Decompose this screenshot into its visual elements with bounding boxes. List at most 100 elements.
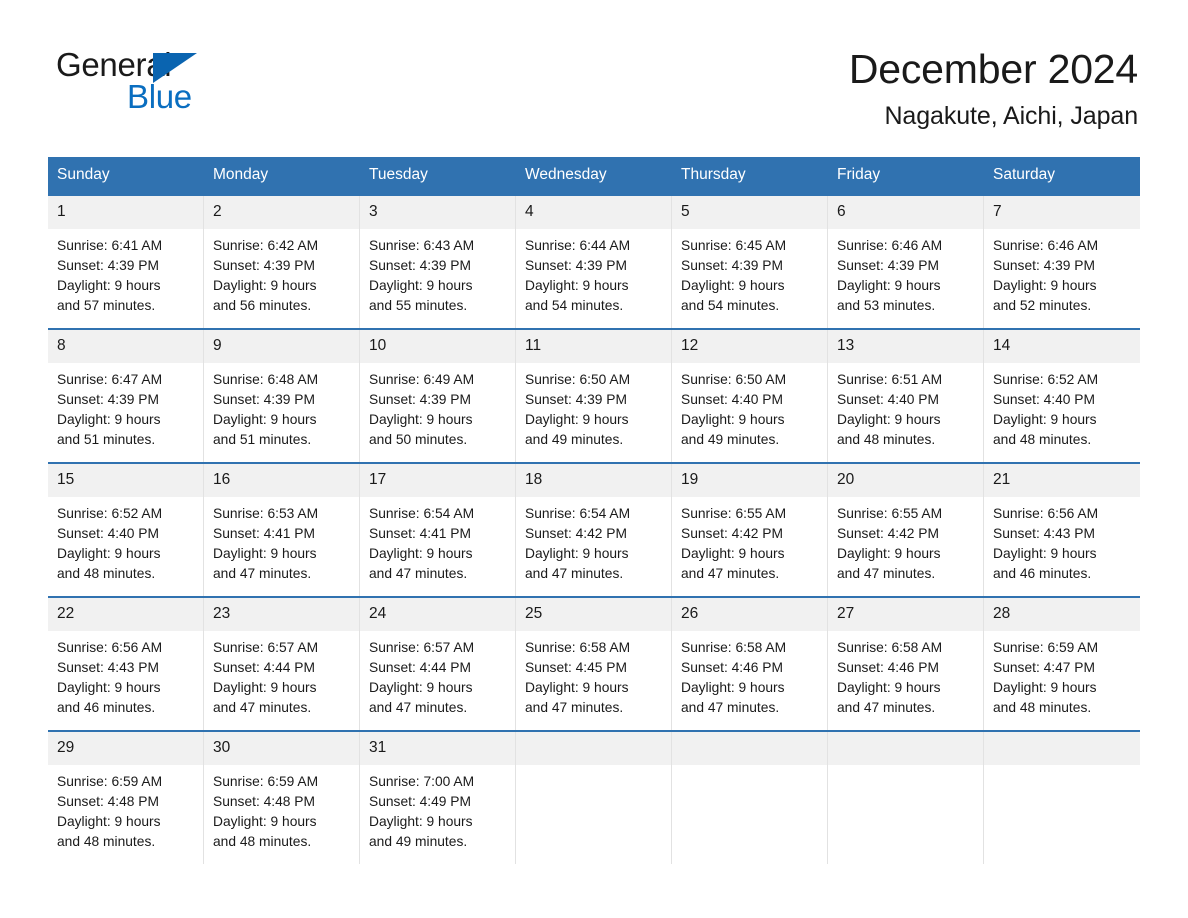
daylight-text-line2: and 54 minutes. (681, 298, 780, 313)
day-number[interactable]: 10 (360, 330, 516, 363)
day-detail-cell[interactable]: Sunrise: 6:42 AM Sunset: 4:39 PM Dayligh… (204, 229, 360, 328)
day-detail-cell[interactable]: Sunrise: 7:00 AM Sunset: 4:49 PM Dayligh… (360, 765, 516, 864)
calendar-week-row: 29 30 31 Sunrise: 6:59 AM Sunset: 4:48 P… (48, 730, 1140, 864)
day-detail-cell[interactable]: Sunrise: 6:50 AM Sunset: 4:40 PM Dayligh… (672, 363, 828, 462)
sunrise-text: Sunrise: 6:49 AM (369, 372, 475, 387)
sunset-text: Sunset: 4:39 PM (213, 392, 316, 407)
day-detail-cell[interactable]: Sunrise: 6:49 AM Sunset: 4:39 PM Dayligh… (360, 363, 516, 462)
day-detail-cell[interactable]: Sunrise: 6:44 AM Sunset: 4:39 PM Dayligh… (516, 229, 672, 328)
day-detail-cell[interactable]: Sunrise: 6:52 AM Sunset: 4:40 PM Dayligh… (48, 497, 204, 596)
sunset-text: Sunset: 4:44 PM (213, 660, 316, 675)
day-detail-cell[interactable]: Sunrise: 6:59 AM Sunset: 4:48 PM Dayligh… (204, 765, 360, 864)
day-number[interactable]: 22 (48, 598, 204, 631)
day-number[interactable]: 26 (672, 598, 828, 631)
day-number[interactable]: 19 (672, 464, 828, 497)
day-detail-cell[interactable]: Sunrise: 6:51 AM Sunset: 4:40 PM Dayligh… (828, 363, 984, 462)
day-number[interactable]: 12 (672, 330, 828, 363)
day-number[interactable]: 2 (204, 196, 360, 229)
weekday-header-monday: Monday (213, 166, 269, 183)
week-detail-row: Sunrise: 6:52 AM Sunset: 4:40 PM Dayligh… (48, 497, 1140, 596)
day-number[interactable]: 16 (204, 464, 360, 497)
day-number[interactable]: 20 (828, 464, 984, 497)
daylight-text-line1: Daylight: 9 hours (57, 680, 161, 695)
daylight-text-line1: Daylight: 9 hours (369, 680, 473, 695)
daylight-text-line2: and 48 minutes. (837, 432, 936, 447)
daylight-text-line1: Daylight: 9 hours (57, 412, 161, 427)
day-number[interactable]: 29 (48, 732, 204, 765)
sunrise-text: Sunrise: 6:45 AM (681, 238, 787, 253)
day-detail-cell[interactable]: Sunrise: 6:58 AM Sunset: 4:46 PM Dayligh… (828, 631, 984, 730)
general-blue-logo[interactable]: General Blue (48, 44, 248, 116)
daylight-text-line1: Daylight: 9 hours (57, 546, 161, 561)
day-detail-cell[interactable]: Sunrise: 6:45 AM Sunset: 4:39 PM Dayligh… (672, 229, 828, 328)
day-number[interactable]: 4 (516, 196, 672, 229)
day-number[interactable]: 7 (984, 196, 1140, 229)
day-detail-cell[interactable]: Sunrise: 6:47 AM Sunset: 4:39 PM Dayligh… (48, 363, 204, 462)
day-detail-cell[interactable]: Sunrise: 6:46 AM Sunset: 4:39 PM Dayligh… (828, 229, 984, 328)
sunset-text: Sunset: 4:39 PM (525, 392, 628, 407)
daylight-text-line2: and 57 minutes. (57, 298, 156, 313)
day-number[interactable]: 18 (516, 464, 672, 497)
day-detail-cell[interactable]: Sunrise: 6:56 AM Sunset: 4:43 PM Dayligh… (984, 497, 1140, 596)
day-number[interactable]: 21 (984, 464, 1140, 497)
day-detail-cell[interactable]: Sunrise: 6:58 AM Sunset: 4:45 PM Dayligh… (516, 631, 672, 730)
day-number[interactable]: 23 (204, 598, 360, 631)
day-detail-cell[interactable]: Sunrise: 6:43 AM Sunset: 4:39 PM Dayligh… (360, 229, 516, 328)
sunset-text: Sunset: 4:39 PM (369, 258, 472, 273)
daylight-text-line2: and 48 minutes. (213, 834, 312, 849)
calendar-week-row: 1 2 3 4 5 6 7 Sunrise: 6:41 AM Sunset: 4… (48, 194, 1140, 328)
day-detail-cell[interactable]: Sunrise: 6:57 AM Sunset: 4:44 PM Dayligh… (204, 631, 360, 730)
day-number[interactable]: 25 (516, 598, 672, 631)
day-detail-cell-empty (672, 765, 828, 864)
daylight-text-line1: Daylight: 9 hours (369, 412, 473, 427)
daylight-text-line1: Daylight: 9 hours (681, 546, 785, 561)
location-subtitle: Nagakute, Aichi, Japan (884, 102, 1138, 130)
day-detail-cell[interactable]: Sunrise: 6:55 AM Sunset: 4:42 PM Dayligh… (828, 497, 984, 596)
day-number[interactable]: 11 (516, 330, 672, 363)
week-date-numbers: 29 30 31 (48, 730, 1140, 765)
day-detail-cell[interactable]: Sunrise: 6:56 AM Sunset: 4:43 PM Dayligh… (48, 631, 204, 730)
day-detail-cell[interactable]: Sunrise: 6:58 AM Sunset: 4:46 PM Dayligh… (672, 631, 828, 730)
day-detail-cell[interactable]: Sunrise: 6:52 AM Sunset: 4:40 PM Dayligh… (984, 363, 1140, 462)
daylight-text-line1: Daylight: 9 hours (837, 680, 941, 695)
day-detail-cell[interactable]: Sunrise: 6:59 AM Sunset: 4:48 PM Dayligh… (48, 765, 204, 864)
day-number[interactable]: 30 (204, 732, 360, 765)
day-number[interactable]: 6 (828, 196, 984, 229)
daylight-text-line1: Daylight: 9 hours (525, 412, 629, 427)
day-detail-cell[interactable]: Sunrise: 6:54 AM Sunset: 4:41 PM Dayligh… (360, 497, 516, 596)
daylight-text-line1: Daylight: 9 hours (681, 680, 785, 695)
week-detail-row: Sunrise: 6:47 AM Sunset: 4:39 PM Dayligh… (48, 363, 1140, 462)
daylight-text-line1: Daylight: 9 hours (213, 546, 317, 561)
day-number[interactable]: 28 (984, 598, 1140, 631)
day-detail-cell[interactable]: Sunrise: 6:53 AM Sunset: 4:41 PM Dayligh… (204, 497, 360, 596)
sunrise-text: Sunrise: 6:59 AM (213, 774, 319, 789)
day-number[interactable]: 5 (672, 196, 828, 229)
day-detail-cell[interactable]: Sunrise: 6:46 AM Sunset: 4:39 PM Dayligh… (984, 229, 1140, 328)
sunset-text: Sunset: 4:40 PM (57, 526, 160, 541)
day-number[interactable]: 15 (48, 464, 204, 497)
daylight-text-line1: Daylight: 9 hours (681, 412, 785, 427)
sunrise-text: Sunrise: 7:00 AM (369, 774, 475, 789)
week-detail-row: Sunrise: 6:56 AM Sunset: 4:43 PM Dayligh… (48, 631, 1140, 730)
day-number[interactable]: 3 (360, 196, 516, 229)
day-detail-cell[interactable]: Sunrise: 6:57 AM Sunset: 4:44 PM Dayligh… (360, 631, 516, 730)
day-number[interactable]: 24 (360, 598, 516, 631)
day-number[interactable]: 8 (48, 330, 204, 363)
day-detail-cell[interactable]: Sunrise: 6:54 AM Sunset: 4:42 PM Dayligh… (516, 497, 672, 596)
day-number-empty (672, 732, 828, 765)
day-detail-cell[interactable]: Sunrise: 6:50 AM Sunset: 4:39 PM Dayligh… (516, 363, 672, 462)
day-number[interactable]: 31 (360, 732, 516, 765)
day-number[interactable]: 17 (360, 464, 516, 497)
day-number[interactable]: 13 (828, 330, 984, 363)
daylight-text-line2: and 47 minutes. (369, 700, 468, 715)
day-number[interactable]: 27 (828, 598, 984, 631)
sunrise-text: Sunrise: 6:52 AM (57, 506, 163, 521)
day-number[interactable]: 14 (984, 330, 1140, 363)
day-detail-cell[interactable]: Sunrise: 6:59 AM Sunset: 4:47 PM Dayligh… (984, 631, 1140, 730)
day-detail-cell[interactable]: Sunrise: 6:48 AM Sunset: 4:39 PM Dayligh… (204, 363, 360, 462)
daylight-text-line2: and 49 minutes. (525, 432, 624, 447)
day-number[interactable]: 1 (48, 196, 204, 229)
day-detail-cell[interactable]: Sunrise: 6:41 AM Sunset: 4:39 PM Dayligh… (48, 229, 204, 328)
day-number[interactable]: 9 (204, 330, 360, 363)
day-detail-cell[interactable]: Sunrise: 6:55 AM Sunset: 4:42 PM Dayligh… (672, 497, 828, 596)
